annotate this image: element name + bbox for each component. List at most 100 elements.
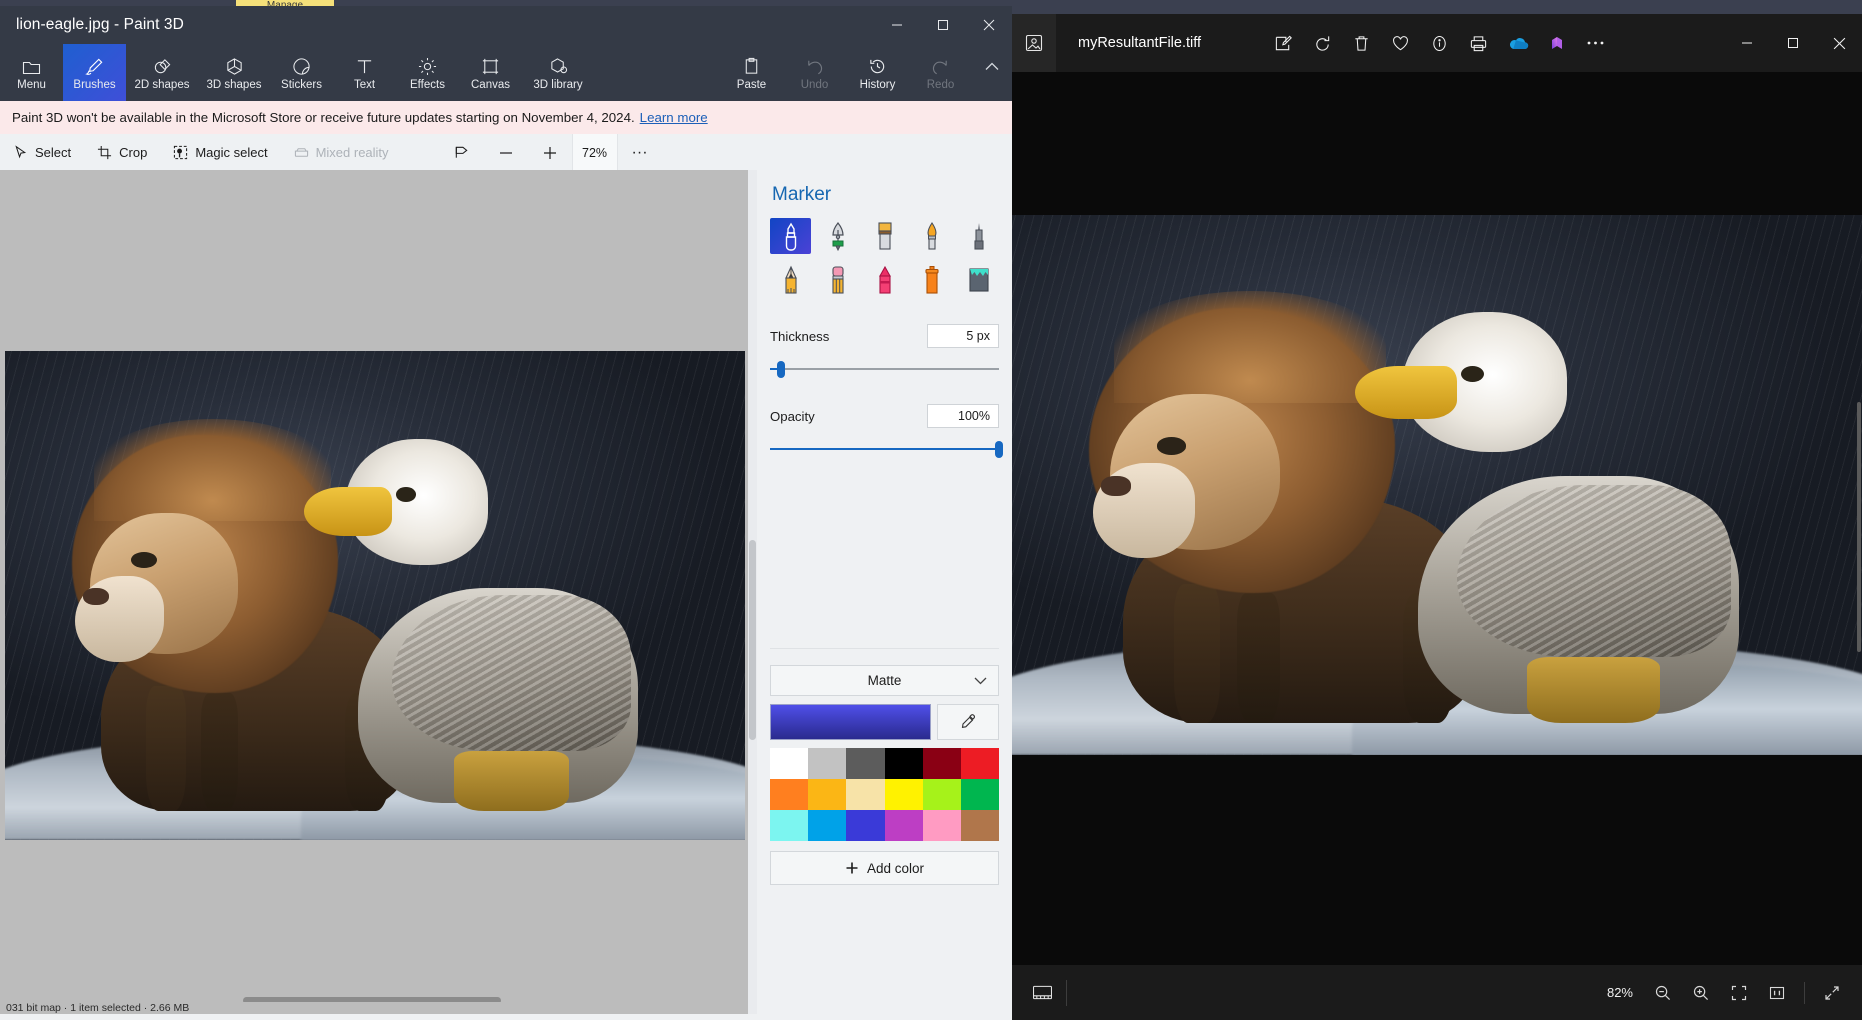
toolbar-more-button[interactable]: ··· (618, 134, 662, 172)
photos-close-button[interactable] (1816, 14, 1862, 72)
paint3d-window: lion-eagle.jpg - Paint 3D Menu Brushes 2… (0, 6, 1012, 1020)
chevron-up-icon[interactable] (972, 44, 1012, 101)
photos-zoom-level: 82% (1606, 985, 1633, 1000)
ribbon-item-3d-library[interactable]: 3D library (522, 44, 594, 101)
thickness-input[interactable]: 5 px (927, 324, 999, 348)
favorite-heart-icon[interactable] (1381, 23, 1420, 63)
zoom-level-display[interactable]: 72% (571, 133, 618, 172)
color-swatch[interactable] (884, 748, 923, 779)
brush-pixel-pen[interactable] (958, 218, 999, 254)
photos-image-viewer[interactable] (1012, 72, 1862, 965)
paint3d-close-button[interactable] (966, 6, 1012, 44)
photos-zoom-controls: 82% (1607, 976, 1850, 1010)
photos-vertical-scrollbar[interactable] (1856, 72, 1862, 965)
zoom-out-button[interactable] (484, 134, 528, 172)
color-swatch[interactable] (770, 748, 809, 779)
edit-image-icon[interactable] (1264, 23, 1303, 63)
color-swatch[interactable] (960, 810, 999, 841)
ribbon-item-canvas[interactable]: Canvas (459, 44, 522, 101)
color-swatch[interactable] (922, 779, 961, 810)
color-swatch[interactable] (922, 748, 961, 779)
2d-shapes-icon (153, 54, 172, 76)
eyedropper-button[interactable] (937, 704, 999, 740)
brush-oil-brush[interactable] (864, 218, 905, 254)
magic-select-icon (173, 145, 188, 160)
lion-eagle-artwork (5, 351, 745, 840)
ribbon-item-menu[interactable]: Menu (0, 44, 63, 101)
filmstrip-icon[interactable] (1022, 976, 1062, 1010)
info-icon[interactable] (1420, 23, 1459, 63)
ribbon-item-history[interactable]: History (846, 44, 909, 101)
ribbon-label-brushes: Brushes (73, 79, 116, 91)
paint3d-artboard[interactable] (5, 351, 745, 840)
delete-icon[interactable] (1342, 23, 1381, 63)
paint3d-titlebar[interactable]: lion-eagle.jpg - Paint 3D (0, 6, 1012, 44)
brush-watercolor[interactable] (911, 218, 952, 254)
ribbon-item-stickers[interactable]: Stickers (270, 44, 333, 101)
material-dropdown[interactable]: Matte (770, 665, 999, 696)
paint3d-maximize-button[interactable] (920, 6, 966, 44)
brush-eraser[interactable] (817, 262, 858, 298)
actual-size-1-1-icon[interactable] (1759, 976, 1795, 1010)
fullscreen-icon[interactable] (1814, 976, 1850, 1010)
color-swatch[interactable] (922, 810, 961, 841)
brush-calligraphy-pen[interactable] (817, 218, 858, 254)
current-color-row (770, 704, 999, 740)
brush-crayon[interactable] (864, 262, 905, 298)
photos-bottom-bar: 82% (1012, 965, 1862, 1020)
color-swatch[interactable] (770, 810, 809, 841)
opacity-row: Opacity 100% (770, 404, 999, 428)
color-swatch[interactable] (808, 748, 847, 779)
opacity-slider[interactable] (770, 440, 1003, 458)
color-swatch[interactable] (884, 779, 923, 810)
brush-spray-can[interactable] (911, 262, 952, 298)
ribbon-item-2d-shapes[interactable]: 2D shapes (126, 44, 198, 101)
zoom-in-button[interactable] (528, 134, 572, 172)
zoom-out-icon[interactable] (1645, 976, 1681, 1010)
rotate-icon[interactable] (1303, 23, 1342, 63)
ribbon-item-brushes[interactable]: Brushes (63, 44, 126, 101)
brush-fill[interactable] (958, 262, 999, 298)
photos-minimize-button[interactable] (1724, 14, 1770, 72)
color-swatch[interactable] (770, 779, 809, 810)
ribbon-label-text: Text (353, 79, 376, 91)
print-icon[interactable] (1459, 23, 1498, 63)
ribbon-item-redo: Redo (909, 44, 972, 101)
photos-maximize-button[interactable] (1770, 14, 1816, 72)
canvas-vertical-scrollbar[interactable] (748, 170, 757, 1014)
ribbon-item-effects[interactable]: Effects (396, 44, 459, 101)
color-swatch[interactable] (846, 810, 885, 841)
color-swatch[interactable] (960, 748, 999, 779)
brush-marker[interactable] (770, 218, 811, 254)
zoom-in-icon[interactable] (1683, 976, 1719, 1010)
color-swatch[interactable] (960, 779, 999, 810)
thickness-slider[interactable] (770, 360, 999, 378)
ribbon-label-paste: Paste (736, 79, 767, 91)
ribbon-item-text[interactable]: Text (333, 44, 396, 101)
opacity-input[interactable]: 100% (927, 404, 999, 428)
color-swatch[interactable] (808, 810, 847, 841)
photos-titlebar[interactable]: myResultantFile.tiff (1012, 14, 1862, 72)
current-color-swatch[interactable] (770, 704, 931, 740)
paint3d-minimize-button[interactable] (874, 6, 920, 44)
designer-icon[interactable] (1537, 23, 1576, 63)
more-options-icon[interactable] (1576, 23, 1615, 63)
color-swatch[interactable] (846, 748, 885, 779)
zoom-divider (1804, 981, 1805, 1004)
add-color-button[interactable]: Add color (770, 851, 999, 885)
tool-crop[interactable]: Crop (84, 134, 160, 172)
brush-pencil[interactable] (770, 262, 811, 298)
photos-displayed-image[interactable] (1012, 215, 1862, 755)
banner-learn-more-link[interactable]: Learn more (640, 110, 708, 125)
paint3d-canvas-stage[interactable]: 031 bit map · 1 item selected · 2.66 MB (0, 170, 748, 1014)
color-swatch[interactable] (846, 779, 885, 810)
onedrive-icon[interactable] (1498, 23, 1537, 63)
ribbon-item-3d-shapes[interactable]: 3D shapes (198, 44, 270, 101)
tool-select[interactable]: Select (0, 134, 84, 172)
color-swatch[interactable] (884, 810, 923, 841)
ribbon-item-paste[interactable]: Paste (720, 44, 783, 101)
color-swatch[interactable] (808, 779, 847, 810)
fit-to-window-icon[interactable] (1721, 976, 1757, 1010)
view-3d-icon[interactable] (440, 134, 484, 172)
tool-magic-select[interactable]: Magic select (160, 134, 280, 172)
